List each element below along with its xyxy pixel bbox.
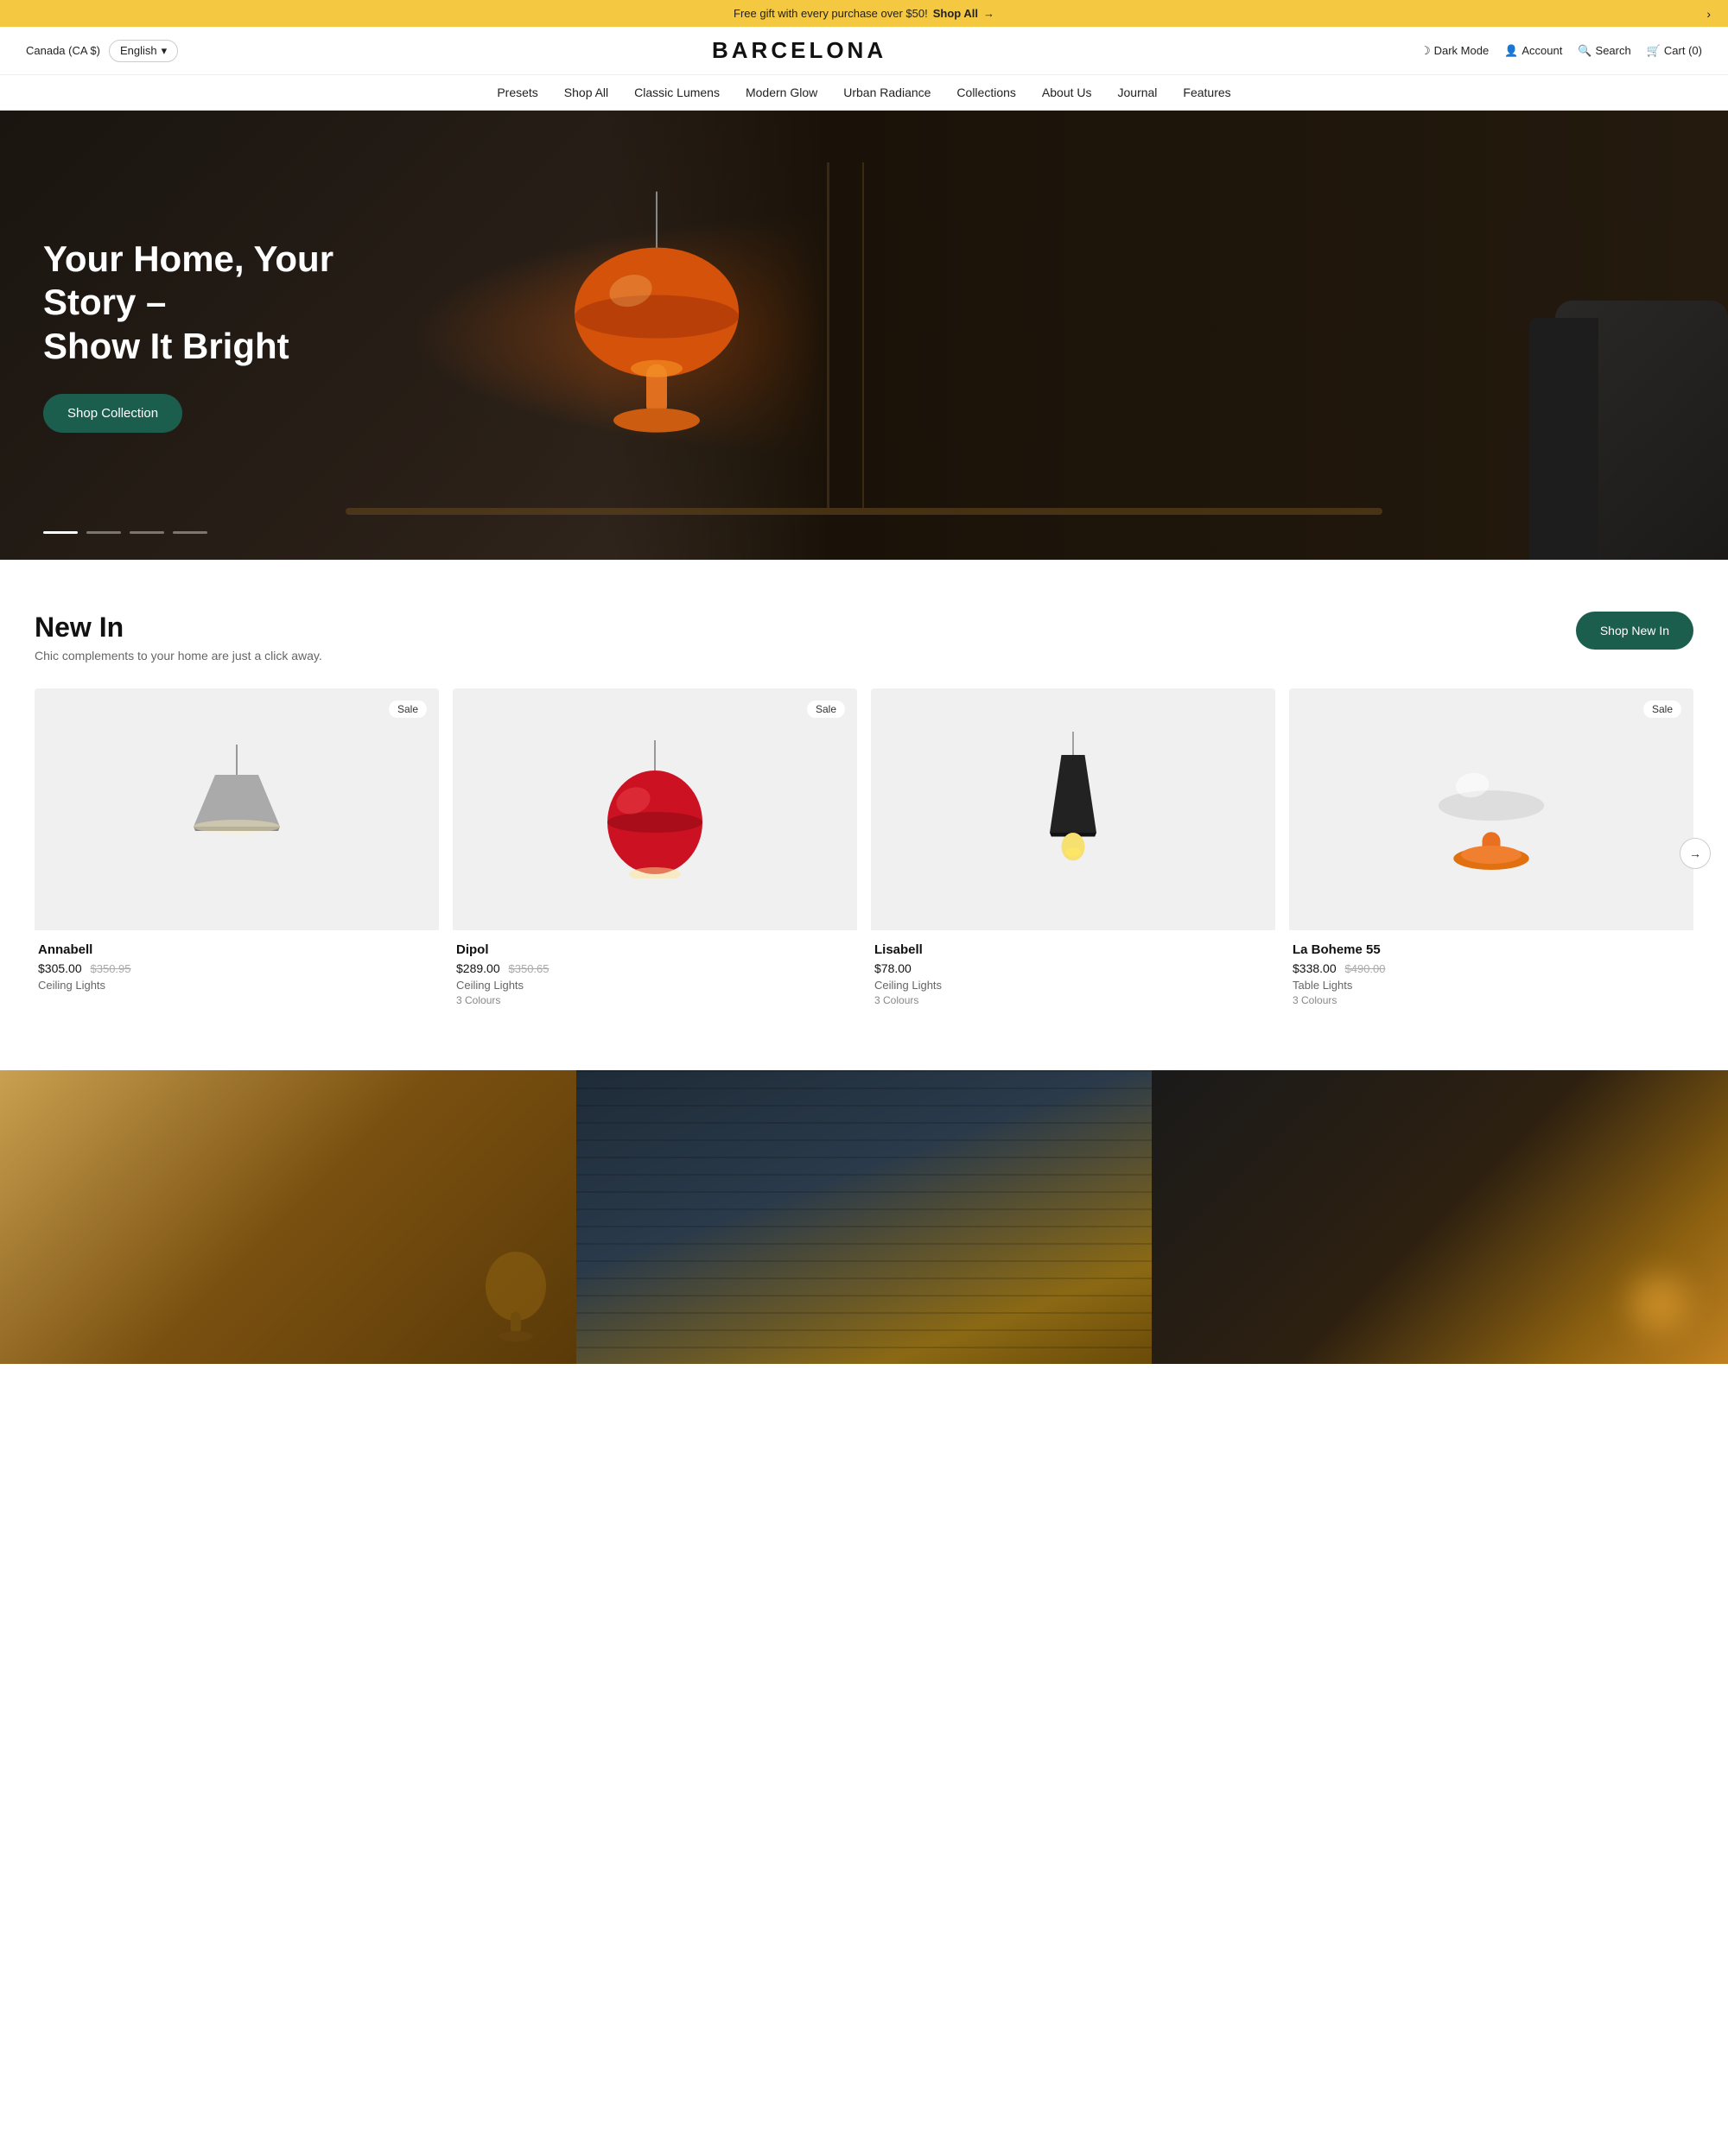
product-grid: Sale Annabell $305.00 $350.95 Ceiling: [35, 688, 1693, 1018]
hero-section: Your Home, Your Story – Show It Bright S…: [0, 111, 1728, 560]
product-colors: 3 Colours: [874, 994, 1272, 1006]
product-category: Ceiling Lights: [456, 979, 854, 992]
promo-card-3[interactable]: [1152, 1070, 1728, 1364]
product-category: Ceiling Lights: [38, 979, 435, 992]
product-image-dipol: Sale: [453, 688, 857, 930]
lamp-icon-annabell: [185, 740, 289, 878]
nav-presets[interactable]: Presets: [497, 86, 537, 99]
user-icon: 👤: [1504, 44, 1518, 58]
grid-next-arrow[interactable]: →: [1680, 838, 1711, 869]
product-name: Annabell: [38, 942, 435, 957]
nav-collections[interactable]: Collections: [956, 86, 1015, 99]
shop-collection-button[interactable]: Shop Collection: [43, 394, 182, 433]
product-card-dipol[interactable]: Sale Dipol $289.00 $350.65 Ceiling Li: [453, 688, 857, 1018]
hero-lamp-svg: [544, 192, 769, 468]
account-button[interactable]: 👤 Account: [1504, 44, 1562, 58]
nav-urban-radiance[interactable]: Urban Radiance: [843, 86, 931, 99]
product-image-annabell: Sale: [35, 688, 439, 930]
product-colors: 3 Colours: [1293, 994, 1690, 1006]
top-header: Canada (CA $) English ▾ BARCELONA ☽ Dark…: [0, 27, 1728, 75]
chevron-down-icon: ▾: [162, 44, 168, 58]
product-image-lisabell: [871, 688, 1275, 930]
main-nav: Presets Shop All Classic Lumens Modern G…: [0, 75, 1728, 111]
product-name: Lisabell: [874, 942, 1272, 957]
product-category: Table Lights: [1293, 979, 1690, 992]
nav-classic-lumens[interactable]: Classic Lumens: [634, 86, 720, 99]
new-in-subtitle: Chic complements to your home are just a…: [35, 649, 322, 663]
product-name: La Boheme 55: [1293, 942, 1690, 957]
section-heading-group: New In Chic complements to your home are…: [35, 612, 322, 663]
region-label: Canada (CA $): [26, 44, 100, 57]
cart-label: Cart (0): [1664, 44, 1702, 57]
nav-features[interactable]: Features: [1183, 86, 1230, 99]
cart-button[interactable]: 🛒 Cart (0): [1647, 44, 1702, 58]
product-card-boheme[interactable]: Sale La Boheme 55 $3: [1289, 688, 1693, 1018]
announcement-text: Free gift with every purchase over $50!: [734, 7, 928, 20]
promo-card-1[interactable]: [0, 1070, 576, 1364]
site-logo[interactable]: BARCELONA: [712, 37, 886, 64]
new-in-title: New In: [35, 612, 322, 644]
search-icon: 🔍: [1578, 44, 1591, 58]
product-card-lisabell[interactable]: Lisabell $78.00 Ceiling Lights 3 Colours: [871, 688, 1275, 1018]
product-image-boheme: Sale: [1289, 688, 1693, 930]
product-colors: 3 Colours: [456, 994, 854, 1006]
product-price: $78.00: [874, 961, 1272, 975]
product-category: Ceiling Lights: [874, 979, 1272, 992]
header-right: ☽ Dark Mode 👤 Account 🔍 Search 🛒 Cart (0…: [1420, 44, 1702, 58]
sale-badge: Sale: [1643, 701, 1681, 718]
language-label: English: [120, 44, 157, 57]
lamp-icon-dipol: [599, 740, 711, 878]
product-info-annabell: Annabell $305.00 $350.95 Ceiling Lights: [35, 930, 439, 1006]
hero-content: Your Home, Your Story – Show It Bright S…: [0, 186, 415, 485]
promo-card-2[interactable]: [576, 1070, 1153, 1364]
moon-icon: ☽: [1420, 44, 1431, 58]
product-card-annabell[interactable]: Sale Annabell $305.00 $350.95 Ceiling: [35, 688, 439, 1018]
search-label: Search: [1596, 44, 1631, 57]
sale-badge: Sale: [389, 701, 427, 718]
nav-about-us[interactable]: About Us: [1042, 86, 1092, 99]
promo-grid: [0, 1070, 1728, 1364]
nav-journal[interactable]: Journal: [1118, 86, 1158, 99]
lamp-icon-boheme: [1431, 732, 1552, 887]
nav-modern-glow[interactable]: Modern Glow: [746, 86, 817, 99]
nav-shop-all[interactable]: Shop All: [564, 86, 608, 99]
product-name: Dipol: [456, 942, 854, 957]
dark-mode-toggle[interactable]: ☽ Dark Mode: [1420, 44, 1489, 58]
dark-mode-label: Dark Mode: [1434, 44, 1490, 57]
product-info-lisabell: Lisabell $78.00 Ceiling Lights 3 Colours: [871, 930, 1275, 1018]
account-label: Account: [1522, 44, 1562, 57]
new-in-section: New In Chic complements to your home are…: [0, 560, 1728, 1070]
product-price: $305.00 $350.95: [38, 961, 435, 975]
cart-icon: 🛒: [1647, 44, 1661, 58]
sale-badge: Sale: [807, 701, 845, 718]
announcement-bar: Free gift with every purchase over $50! …: [0, 0, 1728, 27]
product-price: $289.00 $350.65: [456, 961, 854, 975]
announcement-chevron[interactable]: ›: [1706, 7, 1711, 21]
section-header: New In Chic complements to your home are…: [35, 612, 1693, 663]
shop-new-in-button[interactable]: Shop New In: [1576, 612, 1693, 650]
table-surface: [346, 508, 1382, 515]
search-button[interactable]: 🔍 Search: [1578, 44, 1630, 58]
product-info-boheme: La Boheme 55 $338.00 $490.00 Table Light…: [1289, 930, 1693, 1018]
product-price: $338.00 $490.00: [1293, 961, 1690, 975]
lamp-icon-lisabell: [1030, 732, 1116, 887]
language-selector[interactable]: English ▾: [109, 40, 178, 62]
product-info-dipol: Dipol $289.00 $350.65 Ceiling Lights 3 C…: [453, 930, 857, 1018]
announcement-arrow: →: [983, 7, 994, 20]
announcement-link[interactable]: Shop All: [933, 7, 978, 20]
header-left: Canada (CA $) English ▾: [26, 40, 178, 62]
hero-title: Your Home, Your Story – Show It Bright: [43, 238, 372, 368]
